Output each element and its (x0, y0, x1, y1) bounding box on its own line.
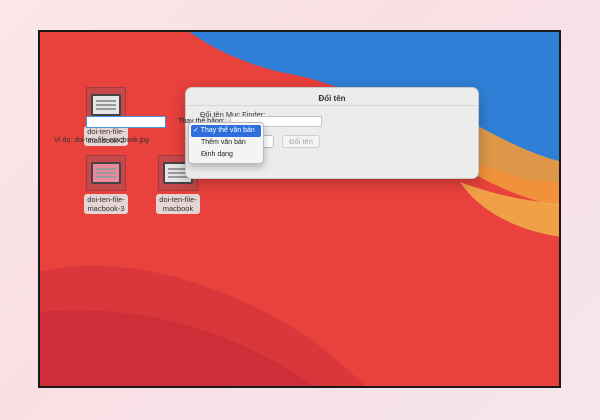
menu-item-format[interactable]: Định dạng (189, 149, 263, 161)
desktop-file-icon[interactable]: doi-ten-file- macbook-3 (74, 155, 138, 216)
menu-item-replace-text[interactable]: ✓ Thay thế văn bản (191, 125, 261, 137)
find-text-field[interactable] (86, 116, 166, 128)
dialog-title: Đổi tên (186, 88, 478, 106)
rename-mode-dropdown-menu: ✓ Thay thế văn bản Thêm văn bản Định dạn… (188, 122, 264, 164)
file-label: doi-ten-file- macbook (156, 194, 200, 214)
file-label: doi-ten-file- macbook-3 (84, 194, 128, 214)
file-thumbnail (86, 155, 126, 191)
rename-button[interactable]: Đổi tên (282, 135, 320, 148)
example-filename: Ví dụ: doi-ten-file-macbook.jpg (54, 137, 149, 144)
menu-item-add-text[interactable]: Thêm văn bản (189, 137, 263, 149)
screenshot-frame: doi-ten-file- macbook-2 doi-ten-file- ma… (38, 30, 561, 388)
